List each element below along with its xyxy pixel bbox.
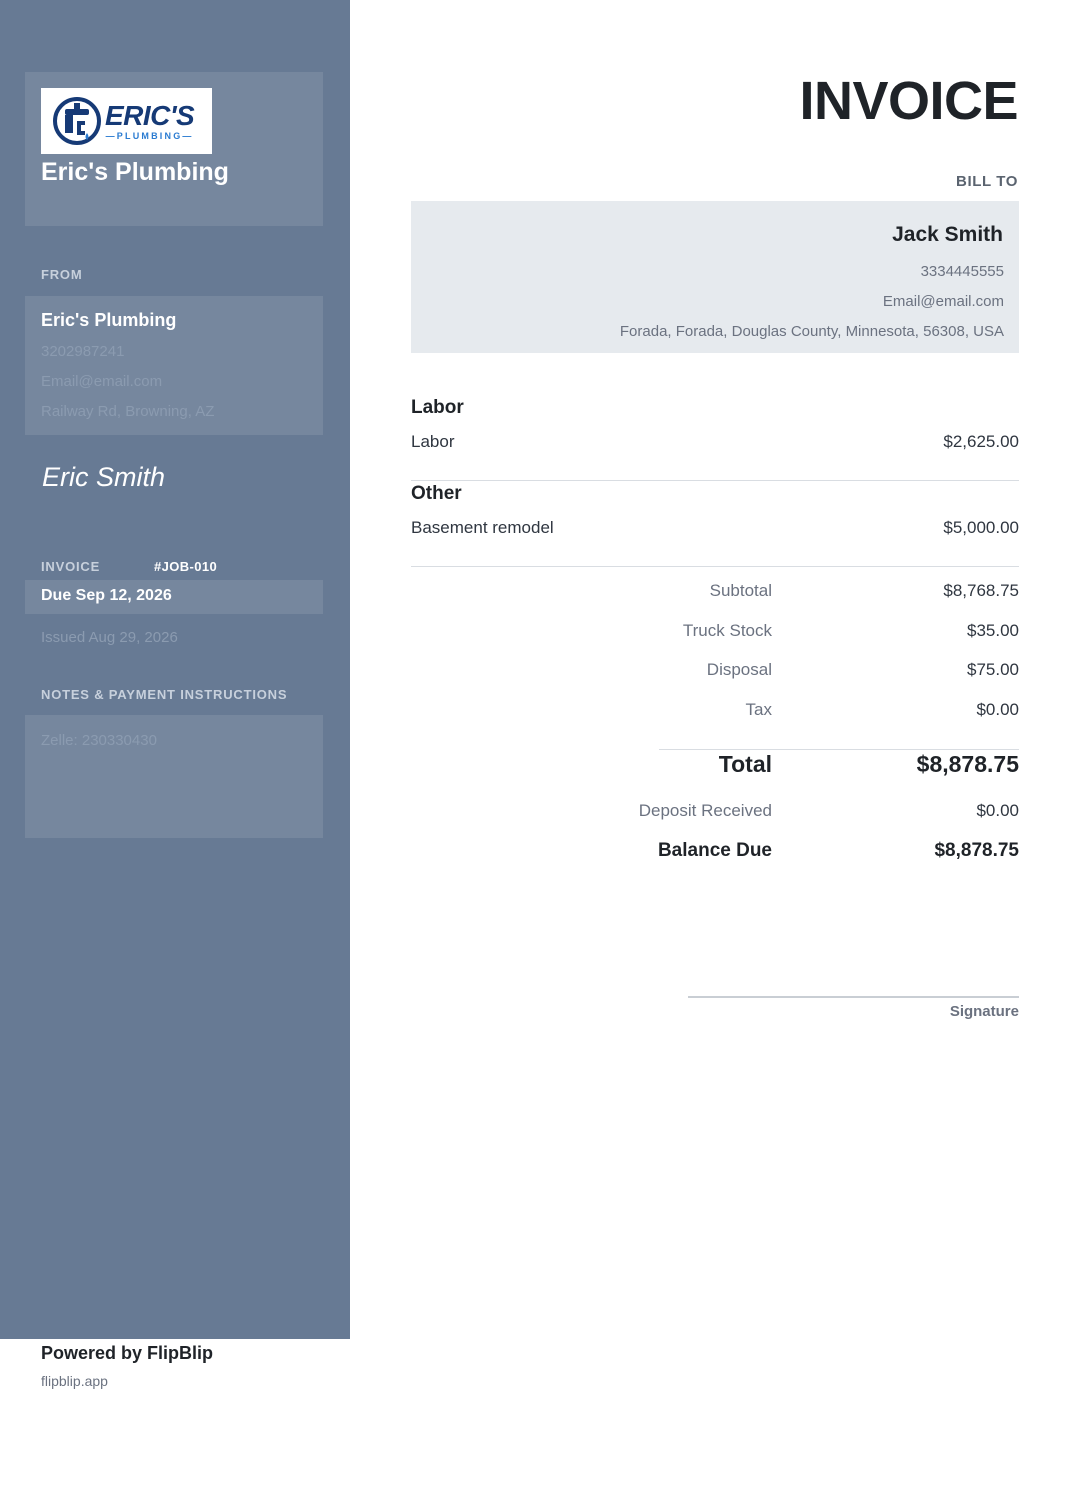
due-date-box: Due Sep 12, 2026 (25, 580, 323, 614)
client-name: Jack Smith (892, 223, 1003, 246)
truck-stock-row: Truck Stock $35.00 (560, 621, 1019, 645)
sidebar: ERIC'S —PLUMBING— Eric's Plumbing FROM E… (0, 0, 350, 1339)
notes-label: NOTES & PAYMENT INSTRUCTIONS (41, 687, 288, 702)
line-item-amount: $5,000.00 (943, 518, 1019, 537)
total-row: Total $8,878.75 (560, 751, 1019, 777)
tax-value: $0.00 (976, 700, 1019, 719)
section-title: Other (411, 483, 462, 504)
bill-to-box: Jack Smith 3334445555 Email@email.com Fo… (411, 201, 1019, 353)
subtotal-label: Subtotal (709, 581, 772, 600)
truck-stock-value: $35.00 (967, 621, 1019, 640)
disposal-value: $75.00 (967, 660, 1019, 679)
subtotal-row: Subtotal $8,768.75 (560, 581, 1019, 605)
tax-row: Tax $0.00 (560, 700, 1019, 724)
divider (411, 566, 1019, 567)
total-divider (659, 749, 1019, 750)
signature-label: Signature (949, 1003, 1019, 1020)
deposit-row: Deposit Received $0.00 (560, 801, 1019, 825)
client-address: Forada, Forada, Douglas County, Minnesot… (619, 323, 1004, 340)
invoice-number: #JOB-010 (154, 559, 218, 574)
disposal-row: Disposal $75.00 (560, 660, 1019, 684)
balance-due-label: Balance Due (657, 840, 772, 861)
due-date: Due Sep 12, 2026 (41, 587, 172, 604)
line-item: Labor $2,625.00 (411, 432, 1019, 454)
balance-due-row: Balance Due $8,878.75 (560, 840, 1019, 864)
from-phone: 3202987241 (41, 343, 125, 360)
subtotal-value: $8,768.75 (943, 581, 1019, 600)
logo-name: ERIC'S (105, 99, 195, 131)
line-item: Basement remodel $5,000.00 (411, 518, 1019, 540)
page-title: INVOICE (799, 71, 1018, 131)
divider (411, 480, 1019, 481)
from-address: Railway Rd, Browning, AZ (41, 403, 215, 420)
line-item-description: Labor (411, 432, 455, 451)
client-phone: 3334445555 (920, 263, 1004, 280)
logo-subtitle: —PLUMBING— (105, 130, 194, 141)
brand-box: ERIC'S —PLUMBING— Eric's Plumbing (25, 72, 323, 226)
deposit-value: $0.00 (976, 801, 1019, 820)
line-item-description: Basement remodel (411, 518, 554, 537)
notes-text: Zelle: 230330430 (41, 732, 157, 749)
truck-stock-label: Truck Stock (682, 621, 772, 640)
company-logo: ERIC'S —PLUMBING— (41, 88, 212, 154)
deposit-label: Deposit Received (638, 801, 772, 820)
invoice-label: INVOICE (41, 559, 101, 574)
balance-due-value: $8,878.75 (934, 840, 1019, 861)
logo-wordmark: ERIC'S —PLUMBING— (105, 99, 195, 141)
from-box: Eric's Plumbing 3202987241 Email@email.c… (25, 296, 323, 435)
powered-url[interactable]: flipblip.app (41, 1373, 108, 1389)
company-name: Eric's Plumbing (41, 158, 229, 186)
bill-to-label: BILL TO (956, 173, 1018, 190)
powered-by: Powered by FlipBlip (41, 1343, 214, 1363)
client-email: Email@email.com (882, 293, 1004, 310)
from-name: Eric's Plumbing (41, 310, 177, 330)
line-item-amount: $2,625.00 (943, 432, 1019, 451)
signature-line[interactable] (688, 996, 1019, 998)
sender-signature: Eric Smith (42, 462, 166, 492)
disposal-label: Disposal (706, 660, 772, 679)
from-email: Email@email.com (41, 373, 163, 390)
notes-box: Zelle: 230330430 (25, 715, 323, 838)
total-label: Total (718, 751, 772, 777)
section-title: Labor (411, 397, 464, 418)
from-label: FROM (41, 267, 83, 282)
faucet-logo-icon (53, 97, 101, 145)
issued-date: Issued Aug 29, 2026 (41, 629, 178, 646)
total-value: $8,878.75 (916, 751, 1019, 777)
tax-label: Tax (745, 700, 772, 719)
